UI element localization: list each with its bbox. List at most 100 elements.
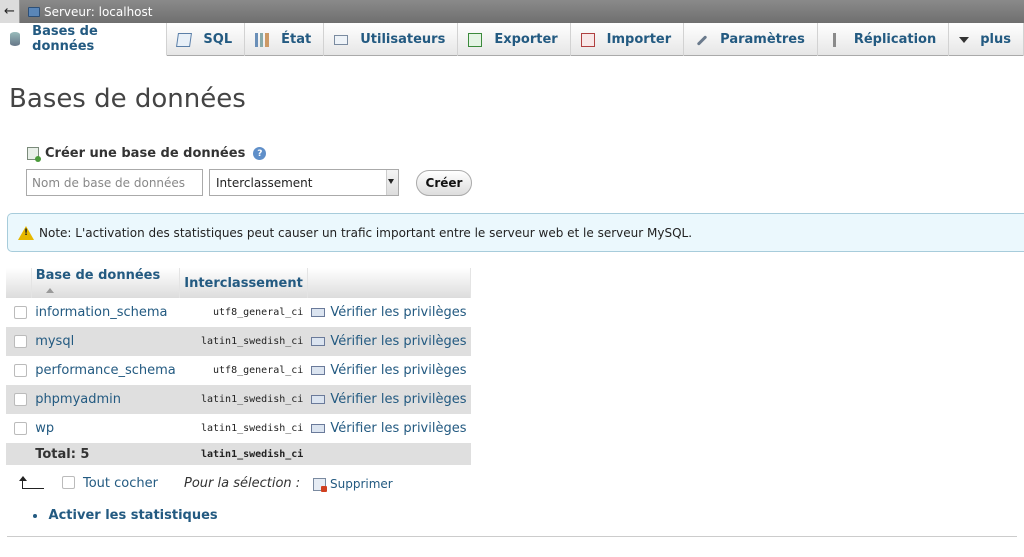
- bullet-icon: [33, 513, 37, 518]
- row-checkbox[interactable]: [14, 335, 27, 348]
- back-arrow-icon[interactable]: ←: [0, 0, 20, 23]
- db-link[interactable]: information_schema: [35, 305, 167, 320]
- privileges-label: Vérifier les privilèges: [330, 305, 467, 320]
- check-all-label[interactable]: Tout cocher: [83, 476, 158, 491]
- header-action: [307, 268, 472, 298]
- tab-label: État: [281, 32, 312, 47]
- row-checkbox[interactable]: [14, 422, 27, 435]
- check-privileges-link[interactable]: Vérifier les privilèges: [307, 414, 471, 443]
- db-name-cell: wp: [31, 414, 180, 443]
- row-checkbox[interactable]: [14, 393, 27, 406]
- dropdown-arrow-icon: [388, 179, 394, 184]
- db-name-cell: phpmyadmin: [31, 385, 180, 414]
- tab-status[interactable]: État: [245, 23, 325, 56]
- header-collation[interactable]: Interclassement: [179, 268, 308, 298]
- row-checkbox-cell: [6, 414, 32, 443]
- tab-export[interactable]: Exporter: [458, 23, 571, 56]
- row-checkbox[interactable]: [14, 306, 27, 319]
- tab-users[interactable]: Utilisateurs: [324, 23, 459, 56]
- privileges-icon: [311, 308, 326, 317]
- check-privileges-link[interactable]: Vérifier les privilèges: [307, 298, 471, 327]
- privileges-label: Vérifier les privilèges: [330, 334, 467, 349]
- db-name-cell: information_schema: [31, 298, 180, 327]
- table-row: mysql latin1_swedish_ci Vérifier les pri…: [6, 327, 471, 356]
- new-database-icon: [27, 147, 41, 162]
- warning-icon: [18, 225, 34, 240]
- export-icon: [468, 32, 483, 47]
- users-icon: [334, 34, 349, 45]
- db-link[interactable]: phpmyadmin: [35, 392, 121, 407]
- server-breadcrumb[interactable]: Serveur: localhost: [44, 5, 152, 19]
- total-collation: latin1_swedish_ci: [179, 443, 308, 465]
- table-row: performance_schema utf8_general_ci Vérif…: [6, 356, 471, 385]
- db-link[interactable]: performance_schema: [35, 363, 176, 378]
- row-checkbox-cell: [6, 327, 32, 356]
- notice-text: Note: L'activation des statistiques peut…: [39, 225, 693, 240]
- header-database-label: Base de données: [35, 268, 161, 283]
- check-privileges-link[interactable]: Vérifier les privilèges: [307, 356, 471, 385]
- delete-label: Supprimer: [330, 477, 393, 491]
- tab-sql[interactable]: SQL: [167, 23, 246, 56]
- create-db-title: Créer une base de données: [45, 146, 246, 161]
- tab-label: Réplication: [853, 32, 937, 47]
- divider: [7, 536, 1017, 537]
- row-checkbox[interactable]: [14, 364, 27, 377]
- total-empty-cell: [6, 443, 32, 465]
- tab-label: Utilisateurs: [360, 32, 446, 47]
- create-db-header: Créer une base de données ?: [27, 146, 267, 162]
- delete-selected-button[interactable]: Supprimer: [313, 477, 393, 492]
- collation-cell: utf8_general_ci: [179, 298, 308, 327]
- db-link[interactable]: wp: [35, 421, 54, 436]
- collation-cell: latin1_swedish_ci: [179, 414, 308, 443]
- table-header-row: Base de données Interclassement: [6, 268, 472, 298]
- collation-cell: latin1_swedish_ci: [179, 327, 308, 356]
- selection-arrow-icon: [18, 476, 44, 490]
- check-privileges-link[interactable]: Vérifier les privilèges: [307, 385, 471, 414]
- collation-cell: utf8_general_ci: [179, 356, 308, 385]
- tab-databases[interactable]: Bases de données: [0, 23, 168, 56]
- privileges-label: Vérifier les privilèges: [330, 392, 467, 407]
- collation-select[interactable]: Interclassement: [209, 169, 399, 196]
- server-icon: [28, 6, 40, 17]
- db-link[interactable]: mysql: [35, 334, 74, 349]
- database-icon: [10, 32, 21, 46]
- privileges-icon: [311, 424, 326, 433]
- table-row: phpmyadmin latin1_swedish_ci Vérifier le…: [6, 385, 471, 414]
- collation-cell: latin1_swedish_ci: [179, 385, 308, 414]
- for-selection-label: Pour la sélection :: [184, 476, 301, 491]
- replication-icon: [828, 32, 842, 47]
- tab-label: Bases de données: [32, 24, 98, 54]
- tab-label: Exporter: [494, 32, 558, 47]
- table-row: information_schema utf8_general_ci Vérif…: [6, 298, 471, 327]
- privileges-label: Vérifier les privilèges: [330, 421, 467, 436]
- status-icon: [255, 32, 270, 47]
- sql-icon: [176, 32, 193, 47]
- total-label: Total: 5: [31, 443, 180, 465]
- privileges-icon: [311, 366, 326, 375]
- header-collation-label: Interclassement: [184, 275, 303, 291]
- check-all-checkbox[interactable]: [62, 476, 75, 489]
- tab-settings[interactable]: Paramètres: [684, 23, 818, 56]
- create-button[interactable]: Créer: [416, 170, 472, 196]
- import-icon: [580, 32, 595, 47]
- privileges-icon: [311, 395, 326, 404]
- tab-label: Paramètres: [720, 32, 805, 47]
- statistics-notice: Note: L'activation des statistiques peut…: [7, 213, 1024, 252]
- sort-asc-icon: [45, 288, 54, 293]
- db-name-cell: mysql: [31, 327, 180, 356]
- tab-import[interactable]: Importer: [571, 23, 685, 56]
- total-empty-cell: [307, 443, 471, 465]
- enable-statistics-label: Activer les statistiques: [48, 508, 218, 523]
- tab-more[interactable]: plus: [949, 23, 1024, 56]
- database-name-input[interactable]: [26, 169, 203, 196]
- tab-replication[interactable]: Réplication: [818, 23, 950, 56]
- tab-label: plus: [980, 32, 1011, 47]
- databases-table: Base de données Interclassement informat…: [6, 268, 472, 465]
- header-database[interactable]: Base de données: [31, 268, 181, 298]
- collation-select-value: Interclassement: [216, 175, 313, 190]
- enable-statistics-link[interactable]: Activer les statistiques: [33, 508, 218, 523]
- db-name-cell: performance_schema: [31, 356, 180, 385]
- server-bar: ← Serveur: localhost: [0, 0, 1024, 23]
- help-icon[interactable]: ?: [253, 147, 267, 160]
- check-privileges-link[interactable]: Vérifier les privilèges: [307, 327, 471, 356]
